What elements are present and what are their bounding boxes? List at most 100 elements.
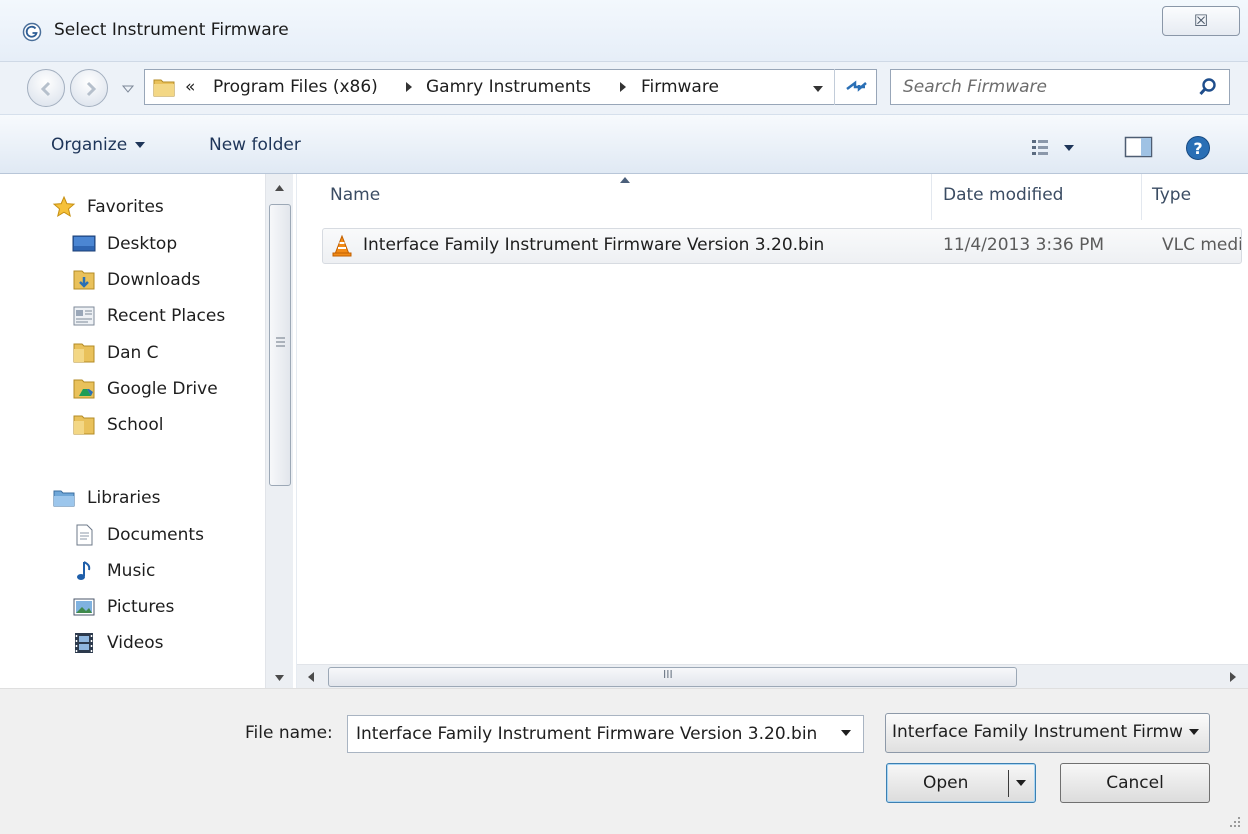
scroll-left-icon[interactable] xyxy=(301,667,321,687)
search-icon[interactable] xyxy=(1198,77,1218,97)
breadcrumb-gamry-instruments[interactable]: Gamry Instruments xyxy=(426,77,591,97)
command-toolbar: Organize New folder ? xyxy=(0,114,1248,174)
chevron-down-icon[interactable] xyxy=(841,730,851,736)
chevron-down-icon xyxy=(135,142,146,148)
grip-icon xyxy=(276,337,285,347)
close-button[interactable]: ☒ xyxy=(1162,6,1240,36)
open-button[interactable]: Open xyxy=(886,763,1036,803)
film-icon xyxy=(75,633,93,653)
chevron-down-icon xyxy=(1189,729,1199,735)
sort-ascending-icon xyxy=(620,177,630,183)
breadcrumb-firmware[interactable]: Firmware xyxy=(641,77,719,97)
file-type-value: Interface Family Instrument Firmware xyxy=(892,722,1182,742)
refresh-button[interactable] xyxy=(834,69,877,105)
column-header-row: Name Date modified Type xyxy=(297,174,1248,222)
nav-scroll-thumb[interactable] xyxy=(269,204,291,486)
nav-item-videos[interactable]: Videos xyxy=(72,628,164,658)
folder-icon xyxy=(73,343,95,363)
title-bar: Select Instrument Firmware ☒ xyxy=(0,0,1248,62)
nav-item-dan-c[interactable]: Dan C xyxy=(72,338,159,368)
nav-vertical-scrollbar[interactable] xyxy=(265,174,293,688)
nav-libraries-label: Libraries xyxy=(87,488,161,508)
search-placeholder[interactable]: Search Firmware xyxy=(903,77,1047,97)
folder-icon xyxy=(153,79,175,97)
nav-item-label: School xyxy=(107,415,164,435)
music-note-icon xyxy=(77,561,91,580)
nav-item-label: Desktop xyxy=(107,234,178,254)
column-header-type[interactable]: Type xyxy=(1152,185,1191,205)
grip-icon: III xyxy=(663,668,673,681)
preview-pane-icon[interactable] xyxy=(1124,135,1154,159)
breadcrumb-program-files[interactable]: Program Files (x86) xyxy=(213,77,378,97)
nav-item-music[interactable]: Music xyxy=(72,556,155,586)
open-options-chevron-icon[interactable] xyxy=(1016,780,1026,786)
organize-label: Organize xyxy=(51,135,128,155)
column-header-name[interactable]: Name xyxy=(330,185,380,205)
desktop-icon xyxy=(72,235,96,252)
column-divider[interactable] xyxy=(1141,174,1142,220)
nav-item-pictures[interactable]: Pictures xyxy=(72,592,174,622)
nav-item-label: Downloads xyxy=(107,270,201,290)
file-row[interactable]: Interface Family Instrument Firmware Ver… xyxy=(322,228,1242,264)
change-view-icon[interactable] xyxy=(1030,137,1080,159)
split-divider xyxy=(1008,770,1009,797)
address-bar[interactable]: « Program Files (x86) Gamry Instruments … xyxy=(144,69,877,105)
file-name-input[interactable]: Interface Family Instrument Firmware Ver… xyxy=(356,724,832,744)
arrow-right-icon xyxy=(86,81,97,97)
nav-item-downloads[interactable]: Downloads xyxy=(72,265,200,295)
forward-button[interactable] xyxy=(70,69,108,107)
pictures-icon xyxy=(73,598,95,616)
resize-grip-icon[interactable] xyxy=(1228,815,1242,829)
nav-item-label: Videos xyxy=(107,633,164,653)
back-button[interactable] xyxy=(27,69,65,107)
nav-item-label: Documents xyxy=(107,525,204,545)
app-icon xyxy=(22,22,42,42)
nav-item-documents[interactable]: Documents xyxy=(72,520,204,550)
nav-item-desktop[interactable]: Desktop xyxy=(72,229,177,259)
file-name-label: File name: xyxy=(245,723,333,743)
window-title: Select Instrument Firmware xyxy=(54,20,289,40)
navigation-pane: Favorites Desktop Downloads Recent Place… xyxy=(0,174,296,688)
vlc-cone-icon xyxy=(332,235,352,257)
nav-item-school[interactable]: School xyxy=(72,410,163,440)
scroll-down-icon[interactable] xyxy=(266,666,293,690)
file-type-select[interactable]: Interface Family Instrument Firmware xyxy=(885,713,1210,753)
arrow-left-icon xyxy=(40,81,51,97)
file-type: VLC media file xyxy=(1162,235,1241,255)
cancel-button[interactable]: Cancel xyxy=(1060,763,1210,803)
nav-item-label: Recent Places xyxy=(107,306,226,326)
new-folder-button[interactable]: New folder xyxy=(209,135,301,155)
scroll-right-icon[interactable] xyxy=(1223,667,1243,687)
address-dropdown-icon[interactable] xyxy=(808,79,828,97)
nav-favorites-label: Favorites xyxy=(87,197,164,217)
help-icon[interactable]: ? xyxy=(1185,135,1211,161)
open-button-label: Open xyxy=(923,773,969,793)
nav-favorites[interactable]: Favorites xyxy=(52,192,164,222)
organize-menu-button[interactable]: Organize xyxy=(51,135,146,155)
breadcrumb-arrow-icon[interactable] xyxy=(619,81,627,93)
recent-locations-dropdown-icon[interactable] xyxy=(121,82,135,96)
documents-icon xyxy=(76,524,93,546)
nav-libraries[interactable]: Libraries xyxy=(52,483,160,513)
nav-item-google-drive[interactable]: Google Drive xyxy=(72,374,218,404)
file-name-combobox[interactable]: Interface Family Instrument Firmware Ver… xyxy=(347,715,864,753)
nav-item-label: Music xyxy=(107,561,156,581)
libraries-icon xyxy=(53,490,75,507)
file-scroll-thumb[interactable]: III xyxy=(328,667,1017,687)
breadcrumb-overflow[interactable]: « xyxy=(185,77,195,97)
file-horizontal-scrollbar[interactable]: III xyxy=(297,664,1248,688)
downloads-folder-icon xyxy=(73,270,95,290)
breadcrumb-arrow-icon[interactable] xyxy=(405,81,413,93)
search-box[interactable]: Search Firmware xyxy=(890,69,1230,105)
recent-places-icon xyxy=(73,306,95,326)
refresh-icon xyxy=(846,80,867,92)
scroll-up-icon[interactable] xyxy=(266,176,293,200)
column-header-date-modified[interactable]: Date modified xyxy=(943,185,1063,205)
nav-item-label: Dan C xyxy=(107,343,159,363)
google-drive-folder-icon xyxy=(73,379,95,399)
column-divider[interactable] xyxy=(931,174,932,220)
address-row: « Program Files (x86) Gamry Instruments … xyxy=(0,62,1248,114)
nav-item-recent-places[interactable]: Recent Places xyxy=(72,301,225,331)
nav-item-label: Google Drive xyxy=(107,379,218,399)
star-icon xyxy=(52,195,76,218)
